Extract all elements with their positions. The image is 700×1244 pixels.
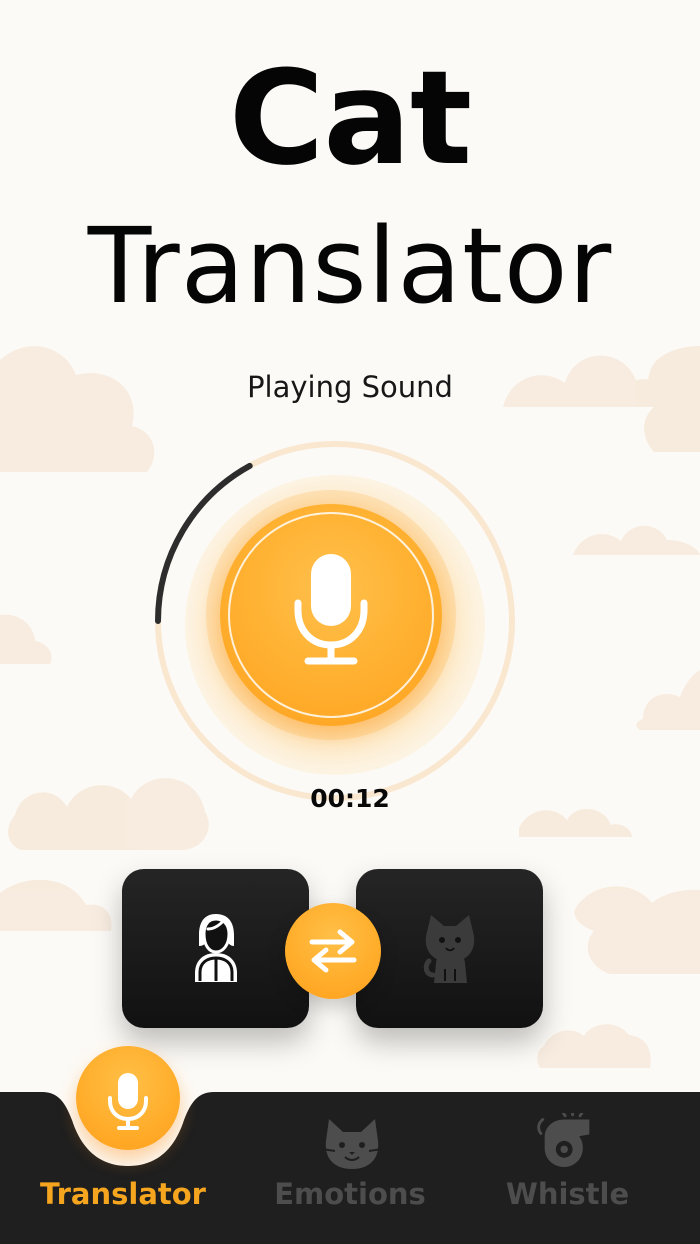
title-translator: Translator (87, 205, 613, 327)
nav-microphone-icon (108, 1073, 148, 1130)
human-language-card[interactable] (122, 869, 309, 1028)
playing-status: Playing Sound (247, 370, 453, 404)
swap-language-button[interactable] (285, 903, 381, 999)
nav-emotions-label[interactable]: Emotions (270, 1177, 430, 1211)
cat-face-icon[interactable] (320, 1117, 384, 1171)
woman-icon (195, 914, 237, 982)
whistle-icon[interactable] (535, 1113, 599, 1167)
bottom-navigation: Translator Emotions Whistle (0, 1040, 700, 1244)
cat-icon (423, 915, 475, 983)
nav-translator-button[interactable] (76, 1046, 180, 1150)
nav-translator-label[interactable]: Translator (38, 1177, 208, 1211)
microphone-icon (294, 554, 368, 665)
cat-translator-screen: Cat Translator Playing Sound 00:12 Trans… (0, 0, 700, 1244)
swap-arrows-icon (309, 929, 357, 973)
recording-timer: 00:12 (310, 784, 390, 813)
nav-whistle-label[interactable]: Whistle (490, 1177, 645, 1211)
cat-language-card[interactable] (356, 869, 543, 1028)
sound-recorder (140, 430, 530, 820)
microphone-button[interactable] (220, 504, 442, 726)
title-cat: Cat (228, 42, 472, 194)
